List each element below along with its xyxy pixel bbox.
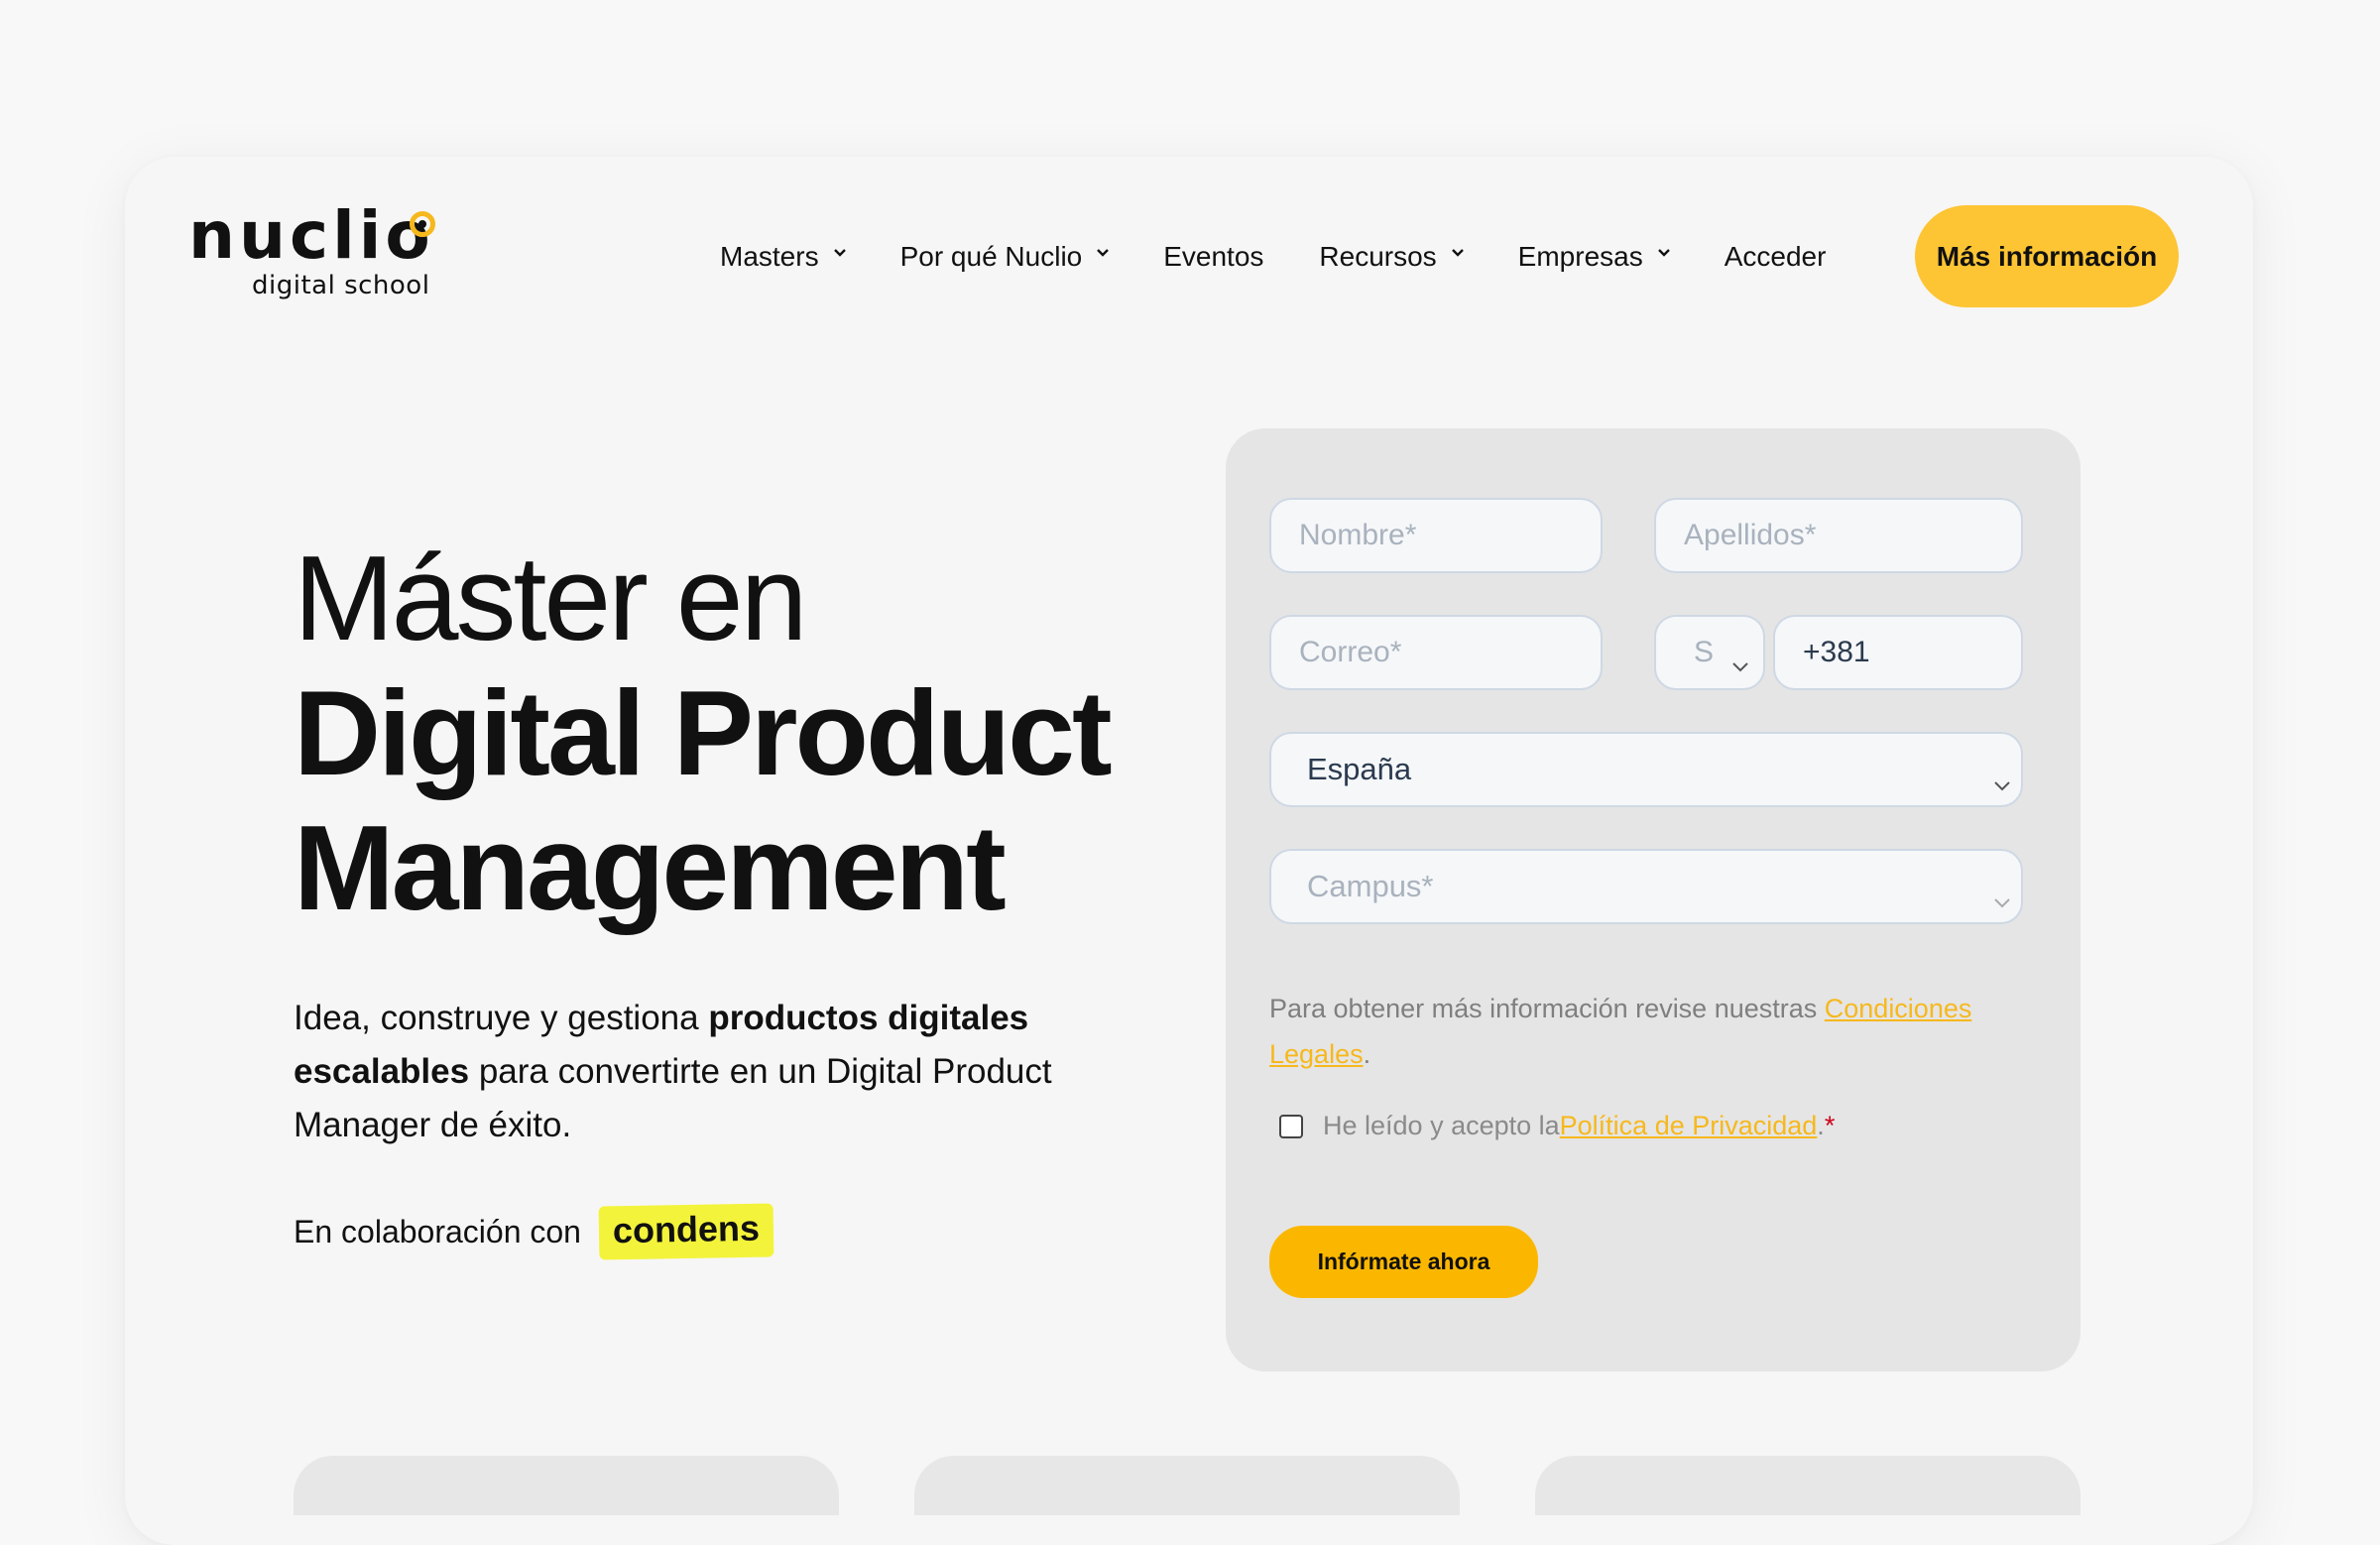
feature-card [914, 1456, 1460, 1515]
nombre-placeholder: Nombre* [1299, 519, 1417, 551]
phone-prefix-select[interactable]: S [1654, 615, 1765, 690]
chevron-down-icon [1096, 248, 1110, 260]
logo-dot-icon [410, 211, 435, 237]
chevron-down-icon [1451, 248, 1464, 260]
nav-item-recursos[interactable]: Recursos [1319, 241, 1464, 273]
nombre-input[interactable]: Nombre* [1269, 498, 1603, 573]
chevron-down-icon [1731, 648, 1749, 681]
feature-card [294, 1456, 839, 1515]
logo-wordmark: nuclio [188, 197, 434, 274]
logo[interactable]: nuclio digital school [188, 203, 446, 307]
informate-ahora-button[interactable]: Infórmate ahora [1269, 1226, 1538, 1298]
nav-item-label: Recursos [1319, 241, 1437, 272]
desc-bold: escalables [294, 1052, 470, 1091]
campus-select[interactable]: Campus* [1269, 849, 2023, 924]
hero-title-line1: Máster en [294, 531, 807, 665]
nav-item-label: Empresas [1517, 241, 1643, 272]
nav-item-label: Masters [720, 241, 819, 272]
nav-item-label: Eventos [1163, 241, 1264, 272]
campus-placeholder: Campus* [1307, 869, 1434, 903]
privacy-checkbox[interactable] [1279, 1114, 1303, 1138]
mas-informacion-button[interactable]: Más información [1915, 205, 2179, 307]
chevron-down-icon [1657, 248, 1670, 260]
collaboration: En colaboración con condens [294, 1203, 774, 1260]
apellidos-input[interactable]: Apellidos* [1654, 498, 2023, 573]
consent-end: . [1817, 1111, 1825, 1140]
nav-item-empresas[interactable]: Empresas [1517, 241, 1670, 273]
hero-title-line3: Management [294, 800, 1007, 935]
hero-description: Idea, construye y gestiona productos dig… [294, 992, 1087, 1152]
hero-title: Máster en Digital Product Management [294, 531, 1186, 935]
nav-item-masters[interactable]: Masters [720, 241, 846, 273]
condens-logo: condens [598, 1203, 774, 1260]
country-select[interactable]: España [1269, 732, 2023, 807]
collab-label: En colaboración con [294, 1213, 581, 1249]
politica-privacidad-link[interactable]: Política de Privacidad [1560, 1111, 1818, 1141]
desc-bold: productos digitales [708, 999, 1029, 1037]
privacy-consent: He leído y acepto la Política de Privaci… [1279, 1111, 1835, 1141]
consent-text: He leído y acepto la [1323, 1111, 1560, 1140]
nav-item-eventos[interactable]: Eventos [1163, 241, 1263, 273]
logo-subtitle: digital school [252, 271, 430, 300]
phone-prefix-value: S [1694, 636, 1715, 668]
nav-item-por-que-nuclio[interactable]: Por qué Nuclio [899, 241, 1110, 273]
nav-item-acceder[interactable]: Acceder [1725, 241, 1827, 273]
phone-input[interactable]: +381 [1773, 615, 2023, 690]
nav-item-label: Acceder [1724, 241, 1827, 272]
legal-end: . [1363, 1039, 1371, 1069]
feature-card [1535, 1456, 2081, 1515]
main-nav: Masters Por qué Nuclio Eventos Recursos … [720, 236, 1881, 278]
chevron-down-icon [833, 248, 846, 260]
phone-value: +381 [1803, 636, 1870, 668]
nav-item-label: Por qué Nuclio [899, 241, 1083, 272]
required-mark: * [1824, 1111, 1836, 1140]
correo-placeholder: Correo* [1299, 636, 1402, 668]
legal-notice: Para obtener más información revise nues… [1269, 986, 2023, 1077]
legal-text: Para obtener más información revise nues… [1269, 994, 1825, 1023]
desc-text: Idea, construye y gestiona [294, 999, 709, 1037]
country-value: España [1307, 752, 1412, 786]
chevron-down-icon [1993, 882, 2011, 917]
chevron-down-icon [1993, 765, 2011, 800]
apellidos-placeholder: Apellidos* [1684, 519, 1817, 551]
hero-title-line2: Digital Product [294, 665, 1113, 800]
correo-input[interactable]: Correo* [1269, 615, 1603, 690]
